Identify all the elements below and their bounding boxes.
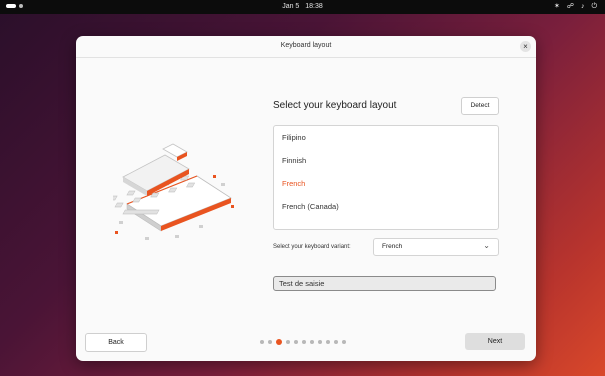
- page-dot: [294, 340, 298, 344]
- layout-item-french[interactable]: French: [274, 172, 498, 195]
- page-dot: [260, 340, 264, 344]
- chevron-down-icon: ⌄: [483, 241, 490, 250]
- accessibility-icon[interactable]: ✶: [554, 3, 560, 11]
- page-indicator: [260, 339, 346, 345]
- variant-value: French: [382, 243, 403, 250]
- close-icon: ×: [523, 42, 528, 51]
- page-dot-active: [276, 339, 282, 345]
- top-bar: Jan 5 18:38 ✶ ☍ ♪ ⏻: [0, 0, 605, 14]
- detect-button[interactable]: Detect: [461, 97, 499, 115]
- keyboard-illustration: [113, 143, 234, 240]
- clock-time: 18:38: [305, 3, 323, 10]
- network-icon[interactable]: ☍: [567, 3, 574, 11]
- power-icon[interactable]: ⏻: [591, 3, 597, 11]
- variant-dropdown[interactable]: French ⌄: [373, 238, 499, 256]
- volume-icon[interactable]: ♪: [581, 3, 585, 11]
- clock[interactable]: Jan 5 18:38: [0, 3, 605, 10]
- variant-label: Select your keyboard variant:: [273, 244, 351, 250]
- page-heading: Select your keyboard layout: [273, 100, 397, 111]
- next-button[interactable]: Next: [465, 333, 525, 350]
- page-dot: [310, 340, 314, 344]
- keyboard-layout-dialog: Keyboard layout × Select your keyboard l…: [76, 36, 536, 361]
- layout-item-filipino[interactable]: Filipino: [274, 126, 498, 149]
- clock-date: Jan 5: [282, 3, 300, 10]
- page-dot: [342, 340, 346, 344]
- system-tray[interactable]: ✶ ☍ ♪ ⏻: [554, 3, 597, 11]
- page-dot: [268, 340, 272, 344]
- layout-item-finnish[interactable]: Finnish: [274, 149, 498, 172]
- page-dot: [326, 340, 330, 344]
- dialog-title: Keyboard layout: [280, 42, 332, 49]
- page-dot: [286, 340, 290, 344]
- page-dot: [334, 340, 338, 344]
- back-button[interactable]: Back: [85, 333, 147, 352]
- dialog-titlebar: Keyboard layout ×: [76, 36, 536, 58]
- page-dot: [318, 340, 322, 344]
- close-button[interactable]: ×: [520, 41, 531, 52]
- layout-item-french-canada[interactable]: French (Canada): [274, 195, 498, 218]
- layout-list[interactable]: Filipino Finnish French French (Canada): [273, 125, 499, 230]
- page-dot: [302, 340, 306, 344]
- test-input[interactable]: [273, 276, 496, 291]
